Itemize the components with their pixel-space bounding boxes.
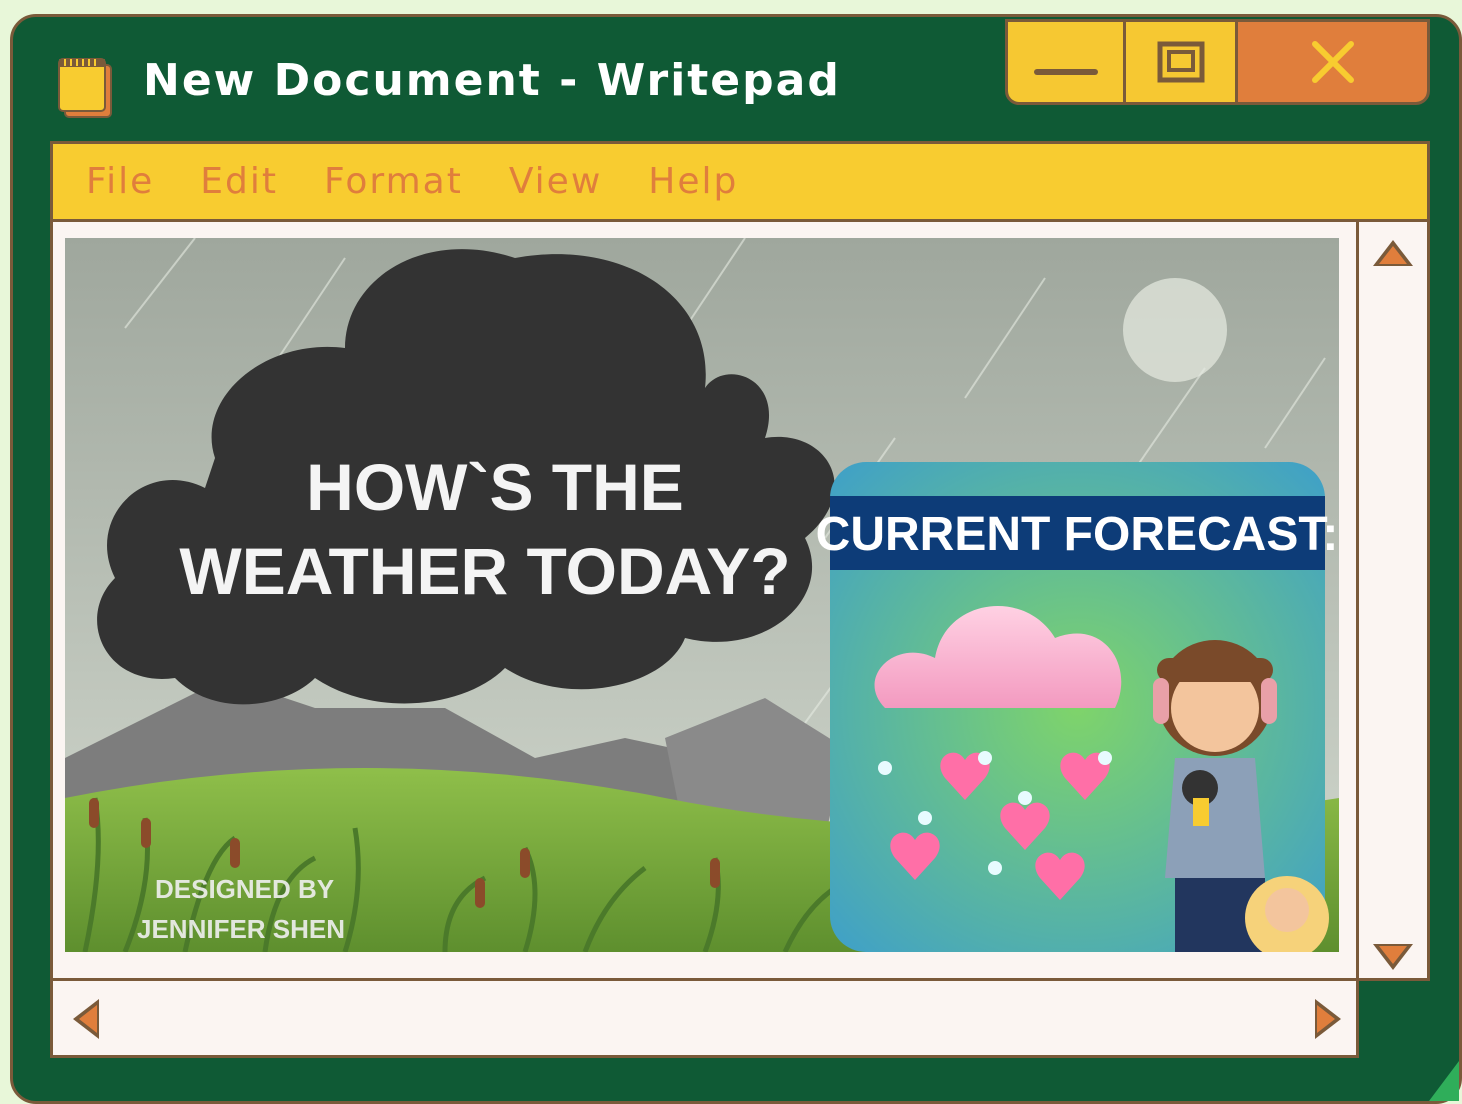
- forecast-label: CURRENT FORECAST:: [816, 508, 1339, 561]
- horizontal-scrollbar[interactable]: [50, 978, 1359, 1058]
- arrow-down-icon[interactable]: [1373, 944, 1413, 970]
- weather-illustration: HOW`S THE WEATHER TODAY? CURRENT FORECAS…: [65, 238, 1339, 952]
- vertical-scrollbar[interactable]: [1356, 219, 1430, 981]
- menu-bar: File Edit Format View Help: [50, 141, 1430, 219]
- document-content[interactable]: HOW`S THE WEATHER TODAY? CURRENT FORECAS…: [50, 219, 1359, 981]
- maximize-icon: [1157, 41, 1204, 83]
- menu-format[interactable]: Format: [324, 161, 463, 202]
- notepad-icon: [58, 58, 112, 118]
- close-icon: [1311, 41, 1354, 83]
- minimize-button[interactable]: [1008, 22, 1126, 102]
- close-button[interactable]: [1238, 22, 1427, 102]
- window-title: New Document - Writepad: [143, 55, 841, 106]
- resize-grip-icon[interactable]: [1429, 1061, 1459, 1101]
- window-controls: [1005, 19, 1430, 105]
- arrow-left-icon[interactable]: [73, 999, 99, 1039]
- menu-view[interactable]: View: [509, 161, 602, 202]
- weather-heading-line2: WEATHER TODAY?: [179, 534, 790, 608]
- menu-help[interactable]: Help: [648, 161, 738, 202]
- credit-line1: DESIGNED BY: [155, 874, 334, 904]
- maximize-button[interactable]: [1126, 22, 1238, 102]
- weather-banner-image: HOW`S THE WEATHER TODAY? CURRENT FORECAS…: [65, 238, 1339, 952]
- credit-line2: JENNIFER SHEN: [137, 914, 345, 944]
- menu-file[interactable]: File: [86, 161, 154, 202]
- arrow-right-icon[interactable]: [1315, 999, 1341, 1039]
- app-window: New Document - Writepad File Edit Format…: [10, 14, 1462, 1104]
- menu-edit[interactable]: Edit: [200, 161, 278, 202]
- arrow-up-icon[interactable]: [1373, 240, 1413, 266]
- minimize-icon: [1033, 69, 1098, 75]
- weather-heading-line1: HOW`S THE: [306, 450, 684, 524]
